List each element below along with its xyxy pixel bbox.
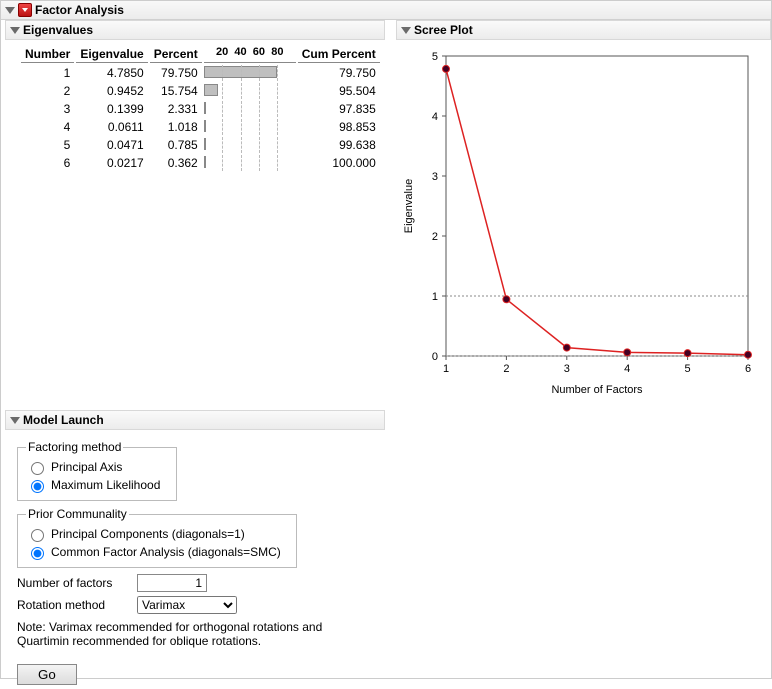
svg-text:Eigenvalue: Eigenvalue: [403, 179, 415, 233]
table-row: 14.785079.75079.750: [21, 65, 380, 81]
eigen-table: Number Eigenvalue Percent 20 40 60 80 Cu…: [19, 44, 382, 173]
nfactors-label: Number of factors: [17, 576, 137, 590]
svg-text:5: 5: [685, 363, 691, 375]
radio-common-factor[interactable]: [31, 547, 44, 560]
svg-text:2: 2: [503, 363, 509, 375]
radio-principal-components[interactable]: [31, 529, 44, 542]
svg-text:3: 3: [432, 171, 438, 183]
table-row: 40.06111.01898.853: [21, 119, 380, 135]
svg-text:6: 6: [745, 363, 751, 375]
svg-text:1: 1: [443, 363, 449, 375]
scree-header[interactable]: Scree Plot: [396, 20, 771, 40]
col-number: Number: [21, 46, 74, 63]
svg-text:4: 4: [624, 363, 630, 375]
table-row: 60.02170.362100.000: [21, 155, 380, 171]
col-eigenvalue: Eigenvalue: [76, 46, 147, 63]
factoring-method-legend: Factoring method: [26, 440, 123, 454]
svg-text:1: 1: [432, 291, 438, 303]
radio-label-ml: Maximum Likelihood: [51, 478, 160, 492]
red-options-icon[interactable]: [18, 3, 32, 17]
radio-label-cfa: Common Factor Analysis (diagonals=SMC): [51, 545, 281, 559]
table-row: 20.945215.75495.504: [21, 83, 380, 99]
eigen-title: Eigenvalues: [23, 23, 93, 37]
chevron-down-icon[interactable]: [401, 27, 411, 34]
prior-communality-legend: Prior Communality: [26, 507, 129, 521]
svg-text:0: 0: [432, 351, 438, 363]
rotation-note: Note: Varimax recommended for orthogonal…: [17, 620, 357, 648]
chevron-down-icon[interactable]: [10, 27, 20, 34]
panel-header[interactable]: Factor Analysis: [1, 1, 771, 20]
go-button[interactable]: Go: [17, 664, 77, 685]
svg-text:5: 5: [432, 51, 438, 63]
radio-label-pa: Principal Axis: [51, 460, 122, 474]
svg-text:Number of Factors: Number of Factors: [551, 384, 643, 396]
nfactors-input[interactable]: [137, 574, 207, 592]
rotation-select[interactable]: Varimax: [137, 596, 237, 614]
col-cum: Cum Percent: [298, 46, 380, 63]
table-row: 50.04710.78599.638: [21, 137, 380, 153]
col-bar: 20 40 60 80: [204, 46, 296, 63]
radio-maximum-likelihood[interactable]: [31, 480, 44, 493]
svg-text:2: 2: [432, 231, 438, 243]
model-launch-title: Model Launch: [23, 413, 104, 427]
scree-title: Scree Plot: [414, 23, 473, 37]
radio-principal-axis[interactable]: [31, 462, 44, 475]
scree-plot: 012345123456Number of FactorsEigenvalue: [396, 40, 771, 410]
radio-label-pc: Principal Components (diagonals=1): [51, 527, 245, 541]
eigen-header[interactable]: Eigenvalues: [5, 20, 385, 40]
chevron-down-icon[interactable]: [10, 417, 20, 424]
panel-title: Factor Analysis: [35, 3, 124, 17]
factoring-method-group: Factoring method Principal Axis Maximum …: [17, 440, 177, 501]
rotation-label: Rotation method: [17, 598, 137, 612]
chevron-down-icon[interactable]: [5, 7, 15, 14]
prior-communality-group: Prior Communality Principal Components (…: [17, 507, 297, 568]
col-percent: Percent: [150, 46, 202, 63]
factor-analysis-panel: Factor Analysis Eigenvalues Number Eigen…: [0, 0, 772, 679]
model-launch-header[interactable]: Model Launch: [5, 410, 385, 430]
table-row: 30.13992.33197.835: [21, 101, 380, 117]
svg-text:4: 4: [432, 111, 438, 123]
svg-text:3: 3: [564, 363, 570, 375]
